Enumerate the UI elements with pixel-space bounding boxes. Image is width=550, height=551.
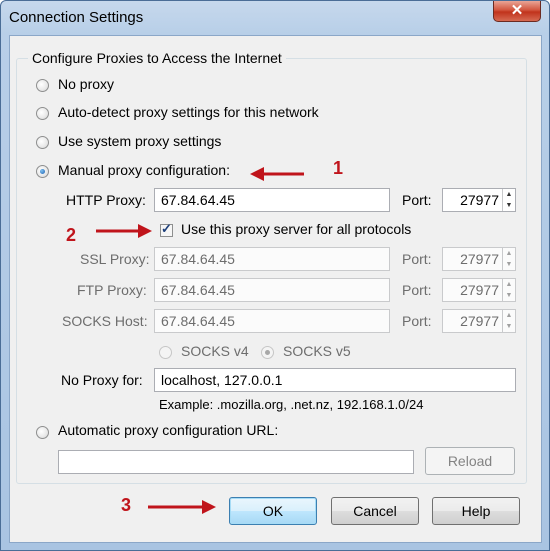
ssl-proxy-input[interactable]: 67.84.64.45 [154, 247, 390, 271]
annotation-arrow-1 [250, 167, 304, 181]
title-bar: Connection Settings ✕ [1, 1, 549, 35]
help-button[interactable]: Help [432, 497, 520, 525]
use-all-protocols-label[interactable]: Use this proxy server for all protocols [181, 221, 411, 237]
no-proxy-for-input[interactable]: localhost, 127.0.0.1 [154, 368, 516, 392]
auto-config-url-label[interactable]: Automatic proxy configuration URL: [58, 422, 278, 438]
use-all-protocols-checkbox[interactable] [160, 221, 173, 237]
system-proxy-label[interactable]: Use system proxy settings [58, 133, 221, 149]
manual-proxy-label[interactable]: Manual proxy configuration: [58, 162, 230, 178]
spin-up-icon[interactable]: ▲ [503, 189, 515, 200]
close-button[interactable]: ✕ [493, 1, 541, 22]
socks-host-input[interactable]: 67.84.64.45 [154, 309, 390, 333]
socks-v5-label[interactable]: SOCKS v5 [283, 343, 351, 359]
ftp-proxy-label: FTP Proxy: [77, 282, 147, 298]
socks-v5-radio[interactable] [261, 346, 274, 359]
ssl-port-label: Port: [402, 251, 432, 267]
socks-port-value: 27977 [460, 313, 499, 329]
spin-up-icon[interactable]: ▲ [503, 279, 515, 290]
ftp-port-label: Port: [402, 282, 432, 298]
annotation-number-3: 3 [121, 495, 132, 515]
spin-up-icon[interactable]: ▲ [503, 248, 515, 259]
proxy-group-box [16, 58, 527, 484]
no-proxy-label[interactable]: No proxy [58, 76, 114, 92]
socks-v4-radio[interactable] [159, 346, 172, 359]
reload-button[interactable]: Reload [425, 447, 515, 475]
manual-proxy-radio[interactable] [36, 165, 49, 178]
ftp-port-value: 27977 [460, 282, 499, 298]
annotation-arrow-3 [148, 500, 216, 514]
spin-down-icon[interactable]: ▼ [503, 290, 515, 301]
spin-down-icon[interactable]: ▼ [503, 321, 515, 332]
auto-config-url-radio[interactable] [36, 426, 49, 439]
http-proxy-label: HTTP Proxy: [66, 192, 146, 208]
spin-down-icon[interactable]: ▼ [503, 259, 515, 270]
annotation-number-1: 1 [333, 158, 344, 178]
socks-v4-label[interactable]: SOCKS v4 [181, 343, 249, 359]
window-title: Connection Settings [9, 9, 144, 26]
http-port-label: Port: [402, 192, 432, 208]
http-proxy-input[interactable]: 67.84.64.45 [154, 188, 390, 212]
ssl-proxy-label: SSL Proxy: [80, 251, 150, 267]
auto-detect-radio[interactable] [36, 107, 49, 120]
ok-button[interactable]: OK [229, 497, 317, 525]
ftp-port-stepper[interactable]: 27977 ▲ ▼ [442, 278, 516, 302]
http-port-stepper[interactable]: 27977 ▲ ▼ [442, 188, 516, 212]
socks-host-label: SOCKS Host: [62, 313, 148, 329]
group-label: Configure Proxies to Access the Internet [28, 50, 286, 66]
ssl-port-stepper[interactable]: 27977 ▲ ▼ [442, 247, 516, 271]
socks-port-stepper[interactable]: 27977 ▲ ▼ [442, 309, 516, 333]
auto-config-url-input[interactable] [58, 450, 414, 474]
socks-port-label: Port: [402, 313, 432, 329]
cancel-button[interactable]: Cancel [331, 497, 419, 525]
ssl-port-value: 27977 [460, 251, 499, 267]
annotation-number-2: 2 [66, 225, 77, 245]
system-proxy-radio[interactable] [36, 136, 49, 149]
ftp-proxy-input[interactable]: 67.84.64.45 [154, 278, 390, 302]
no-proxy-radio[interactable] [36, 79, 49, 92]
spin-up-icon[interactable]: ▲ [503, 310, 515, 321]
auto-detect-label[interactable]: Auto-detect proxy settings for this netw… [58, 104, 319, 120]
http-port-value: 27977 [460, 192, 499, 208]
annotation-arrow-2 [96, 224, 152, 238]
no-proxy-for-label: No Proxy for: [61, 372, 143, 388]
no-proxy-example: Example: .mozilla.org, .net.nz, 192.168.… [159, 397, 424, 412]
spin-down-icon[interactable]: ▼ [503, 200, 515, 211]
